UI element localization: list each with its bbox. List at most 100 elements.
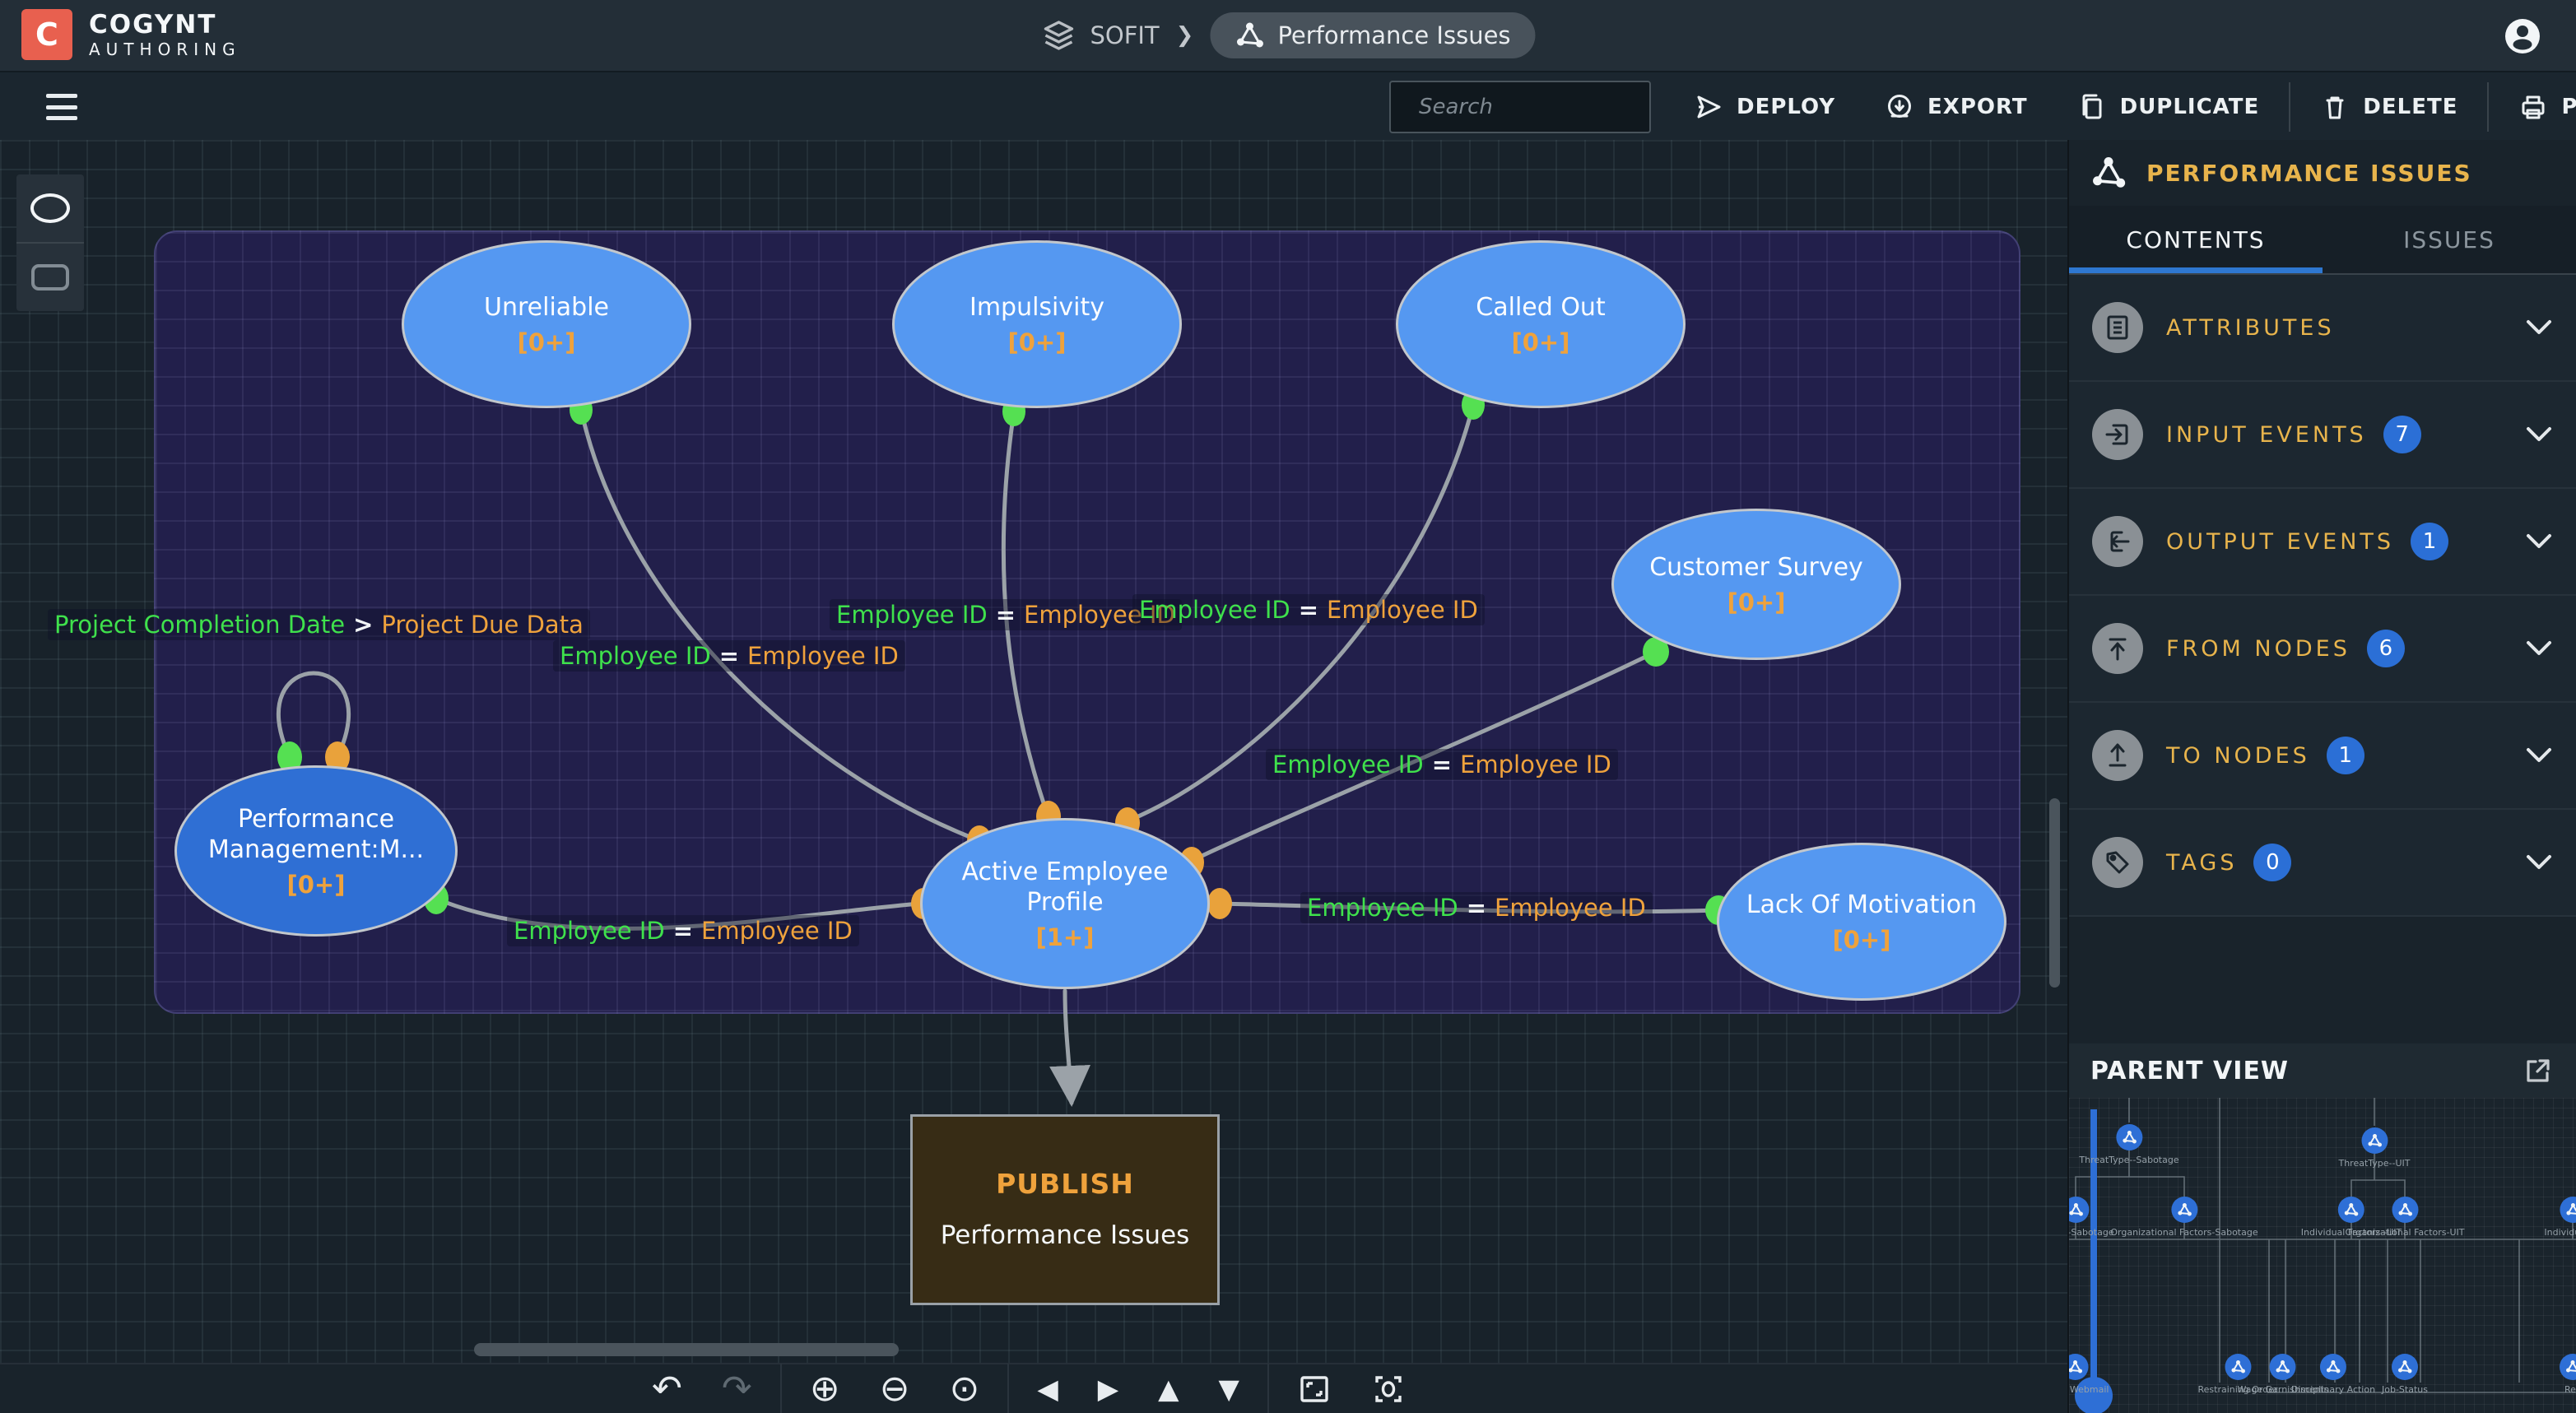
node-label: Customer Survey [1631, 552, 1881, 583]
export-button[interactable]: EXPORT [1860, 82, 2053, 132]
pan-up-icon[interactable]: ▲ [1158, 1375, 1179, 1402]
edge-label-project-dates: Project Completion Date>Project Due Data [48, 609, 590, 640]
minimap-node[interactable]: Organizational Factors-Sabotage [2110, 1197, 2257, 1238]
open-in-new-icon[interactable] [2522, 1054, 2555, 1087]
node-label: Active Employee Profile [923, 857, 1207, 918]
minimap-node-label: Organizational Factors-Sabotage [2110, 1227, 2257, 1238]
node-unreliable[interactable]: Unreliable [0+] [402, 240, 691, 408]
chevron-down-icon[interactable] [2525, 854, 2553, 871]
node-active-employee-profile[interactable]: Active Employee Profile [1+] [920, 818, 1210, 989]
minimap-node-icon [2392, 1197, 2418, 1223]
minimap-node-icon [2116, 1124, 2142, 1150]
breadcrumb-current[interactable]: Performance Issues [1210, 12, 1535, 58]
vertical-scrollbar[interactable] [2049, 798, 2060, 988]
redo-icon[interactable]: ↷ [722, 1371, 752, 1407]
delete-icon [2320, 92, 2350, 122]
tab-issues[interactable]: ISSUES [2323, 206, 2576, 273]
output-events-icon [2092, 516, 2143, 567]
node-called-out[interactable]: Called Out [0+] [1396, 240, 1686, 408]
node-count: [0+] [287, 871, 346, 899]
chevron-down-icon[interactable] [2525, 533, 2553, 550]
horizontal-scrollbar[interactable] [474, 1343, 899, 1356]
zoom-reset-icon[interactable]: ⊙ [950, 1371, 980, 1407]
focus-selection-icon[interactable] [1371, 1372, 1406, 1406]
minimap-node-icon [2361, 1127, 2388, 1154]
publish-node[interactable]: PUBLISH Performance Issues [910, 1114, 1220, 1305]
layers-icon [1040, 17, 1076, 53]
delete-button[interactable]: DELETE [2295, 82, 2482, 132]
print-button[interactable]: PRINT [2494, 82, 2576, 132]
app-logo: C COGYNT AUTHORING [21, 9, 241, 60]
section-label: OUTPUT EVENTS [2166, 529, 2394, 555]
minimap-node-label: Factor--Sabotage [2069, 1227, 2114, 1238]
search-input[interactable] [1419, 95, 1683, 119]
chevron-down-icon[interactable] [2525, 640, 2553, 657]
node-impulsivity[interactable]: Impulsivity [0+] [892, 240, 1182, 408]
sidebar-tabs: CONTENTS ISSUES [2069, 206, 2576, 275]
section-tags[interactable]: TAGS 0 [2069, 810, 2576, 917]
shape-palette [16, 174, 84, 311]
rounded-rect-tool[interactable] [16, 242, 84, 311]
parent-view-minimap[interactable]: ThreatType--Sabotage ThreatType--UIT Fac… [2069, 1098, 2576, 1413]
pan-down-icon[interactable]: ▼ [1219, 1375, 1239, 1402]
section-to-nodes[interactable]: TO NODES 1 [2069, 703, 2576, 810]
print-label: PRINT [2561, 95, 2576, 119]
logo-mark-icon: C [21, 9, 72, 60]
minimap-node[interactable]: ThreatType--Sabotage [2079, 1124, 2178, 1165]
minimap-node-label: ThreatType--UIT [2338, 1158, 2410, 1169]
toolbar-divider [2289, 82, 2290, 132]
zoom-in-icon[interactable]: ⊕ [810, 1371, 840, 1407]
zoom-out-icon[interactable]: ⊖ [880, 1371, 910, 1407]
action-buttons: DEPLOY EXPORT DUPLICATE DELETE [1669, 72, 2576, 142]
node-customer-survey[interactable]: Customer Survey [0+] [1611, 509, 1901, 660]
minimap-node[interactable]: ThreatType--UIT [2338, 1127, 2410, 1169]
breadcrumb: SOFIT ❯ Performance Issues [1040, 0, 1535, 71]
minimap-node[interactable]: Rec [2560, 1354, 2576, 1395]
section-label: ATTRIBUTES [2166, 315, 2335, 341]
minimap-node[interactable]: Individual Fa [2544, 1197, 2576, 1238]
chevron-down-icon[interactable] [2525, 747, 2553, 764]
minimap-node-icon [2392, 1354, 2418, 1380]
section-label: TAGS [2166, 850, 2237, 876]
minimap-node-label: Job-Status [2382, 1384, 2428, 1395]
menu-icon[interactable] [46, 94, 77, 120]
node-performance-management[interactable]: Performance Management:M... [0+] [174, 765, 458, 937]
publish-name: Performance Issues [941, 1220, 1190, 1252]
minimap-node[interactable]: Job-Status [2382, 1354, 2428, 1395]
edge-aep-publish [1065, 991, 1072, 1103]
minimap-node-label: listed Webmail [2069, 1384, 2109, 1395]
section-label: FROM NODES [2166, 636, 2350, 662]
section-output-events[interactable]: OUTPUT EVENTS 1 [2069, 489, 2576, 596]
pan-right-icon[interactable]: ▶ [1098, 1375, 1118, 1402]
tab-contents[interactable]: CONTENTS [2069, 206, 2323, 273]
account-icon[interactable] [2504, 17, 2541, 55]
deploy-label: DEPLOY [1737, 95, 1835, 119]
chevron-down-icon[interactable] [2525, 426, 2553, 443]
section-from-nodes[interactable]: FROM NODES 6 [2069, 596, 2576, 703]
minimap-node[interactable]: Disciplinary Action [2291, 1354, 2375, 1395]
minimap-node[interactable]: listed Webmail [2069, 1354, 2109, 1395]
fit-view-icon[interactable] [1297, 1372, 1332, 1406]
toolbar-divider [1267, 1364, 1269, 1413]
breadcrumb-project[interactable]: SOFIT [1040, 17, 1159, 53]
minimap-node[interactable]: Factor--Sabotage [2069, 1197, 2114, 1238]
delete-label: DELETE [2363, 95, 2457, 119]
count-badge: 1 [2327, 737, 2364, 774]
minimap-node[interactable]: Organizational Factors-UIT [2345, 1197, 2464, 1238]
duplicate-button[interactable]: DUPLICATE [2053, 82, 2285, 132]
ellipse-tool[interactable] [16, 174, 84, 242]
node-count: [0+] [1833, 926, 1891, 954]
logo-subtitle: AUTHORING [89, 41, 241, 58]
deploy-button[interactable]: DEPLOY [1669, 82, 1860, 132]
edge-label-employee-id: Employee ID=Employee ID [1266, 749, 1618, 780]
count-badge: 0 [2253, 844, 2291, 881]
node-label: Impulsivity [951, 292, 1123, 323]
node-lack-of-motivation[interactable]: Lack Of Motivation [0+] [1717, 843, 2006, 1001]
chevron-down-icon[interactable] [2525, 319, 2553, 336]
section-input-events[interactable]: INPUT EVENTS 7 [2069, 382, 2576, 489]
undo-icon[interactable]: ↶ [652, 1371, 682, 1407]
model-canvas[interactable]: Unreliable [0+] Impulsivity [0+] Called … [0, 140, 2067, 1363]
node-count: [0+] [1008, 328, 1067, 356]
pan-left-icon[interactable]: ◀ [1037, 1375, 1058, 1402]
section-attributes[interactable]: ATTRIBUTES [2069, 275, 2576, 382]
